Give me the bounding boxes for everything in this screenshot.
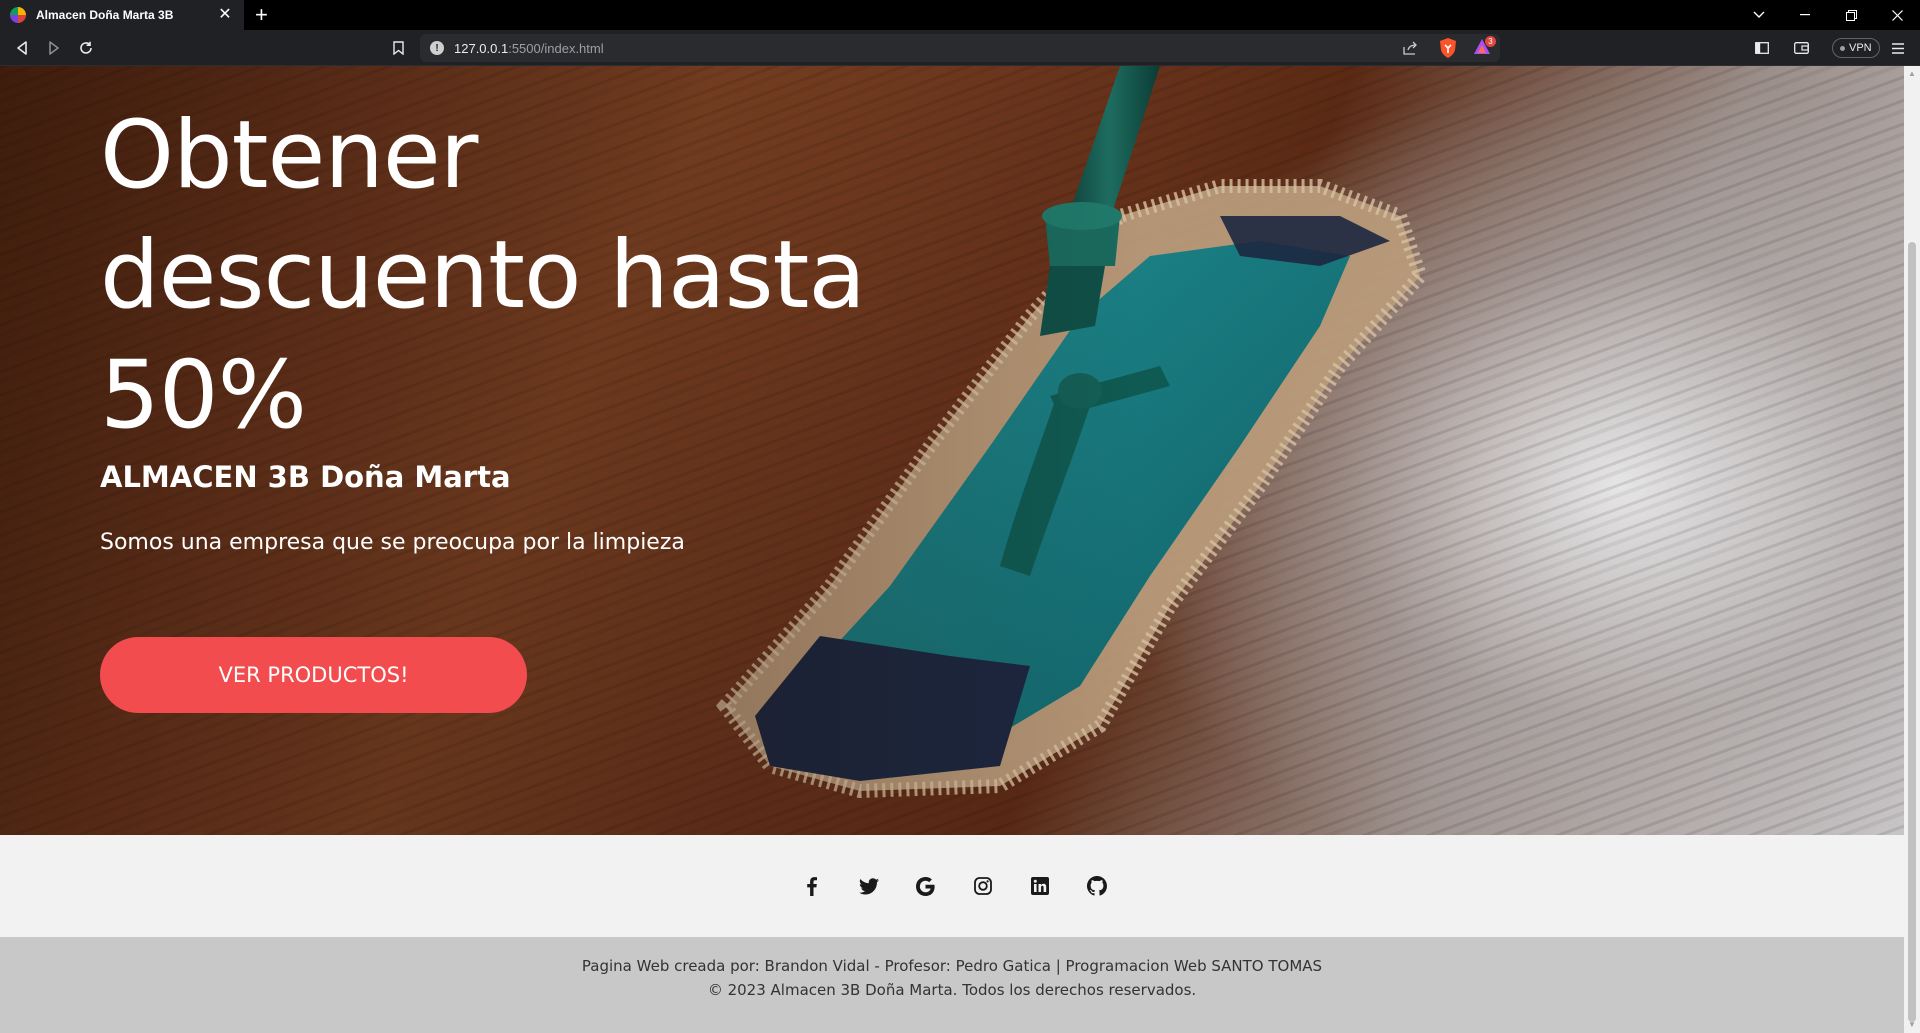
site-info-icon[interactable]: ! xyxy=(430,41,444,55)
facebook-icon[interactable] xyxy=(802,876,822,896)
restore-button[interactable] xyxy=(1828,0,1874,30)
hero-title-line-2: descuento hasta xyxy=(100,221,866,330)
page-scrollbar[interactable]: ▲ ▼ xyxy=(1904,66,1920,1033)
bookmark-icon[interactable] xyxy=(388,38,408,58)
close-window-button[interactable] xyxy=(1874,0,1920,30)
url-text: 127.0.0.1:5500/index.html xyxy=(454,40,604,56)
store-name: ALMACEN 3B Doña Marta xyxy=(100,460,511,494)
twitter-icon[interactable] xyxy=(858,876,879,896)
tab-favicon-icon xyxy=(10,7,26,23)
hero-title: Obtener descuento hasta 50% xyxy=(100,96,880,456)
hero-description: Somos una empresa que se preocupa por la… xyxy=(100,530,685,555)
social-links xyxy=(0,835,1904,937)
scrollbar-thumb[interactable] xyxy=(1908,242,1916,1022)
page-footer: Pagina Web creada por: Brandon Vidal - P… xyxy=(0,937,1904,1033)
vpn-button[interactable]: VPN xyxy=(1832,38,1880,58)
address-bar[interactable]: ! 127.0.0.1:5500/index.html xyxy=(420,34,1500,62)
google-icon[interactable] xyxy=(916,876,936,896)
brave-rewards-icon[interactable]: 3 xyxy=(1472,36,1496,59)
brave-shield-icon[interactable] xyxy=(1438,37,1458,59)
new-tab-button[interactable]: + xyxy=(255,3,268,27)
github-icon[interactable] xyxy=(1086,876,1107,896)
tab-bar: Almacen Doña Marta 3B ✕ + xyxy=(0,0,1920,30)
page-viewport: Obtener descuento hasta 50% ALMACEN 3B D… xyxy=(0,66,1904,1033)
footer-copyright: © 2023 Almacen 3B Doña Marta. Todos los … xyxy=(707,981,1197,999)
back-icon[interactable] xyxy=(10,36,34,60)
rewards-badge: 3 xyxy=(1485,36,1496,47)
share-icon[interactable] xyxy=(1400,38,1420,58)
vpn-status-icon xyxy=(1840,45,1845,51)
menu-icon[interactable] xyxy=(1887,38,1909,58)
view-products-button[interactable]: VER PRODUCTOS! xyxy=(100,637,527,713)
hero-banner: Obtener descuento hasta 50% ALMACEN 3B D… xyxy=(0,66,1904,835)
minimize-button[interactable] xyxy=(1782,0,1828,30)
forward-icon[interactable] xyxy=(42,36,66,60)
tab-close-icon[interactable]: ✕ xyxy=(216,7,234,23)
sidebar-icon[interactable] xyxy=(1751,38,1773,58)
scroll-up-icon[interactable]: ▲ xyxy=(1908,70,1916,78)
hero-title-line-1: Obtener xyxy=(100,101,478,210)
vpn-label: VPN xyxy=(1849,42,1872,54)
active-tab[interactable]: Almacen Doña Marta 3B ✕ xyxy=(0,0,244,30)
wallet-icon[interactable] xyxy=(1790,38,1812,58)
linkedin-icon[interactable] xyxy=(1030,876,1050,896)
tab-title: Almacen Doña Marta 3B xyxy=(36,8,174,22)
reload-icon[interactable] xyxy=(74,36,98,60)
hero-title-line-3: 50% xyxy=(100,341,307,450)
instagram-icon[interactable] xyxy=(973,876,993,896)
tab-search-icon[interactable] xyxy=(1736,0,1782,30)
browser-toolbar: ! 127.0.0.1:5500/index.html 3 VPN xyxy=(0,30,1920,66)
scroll-down-icon[interactable]: ▼ xyxy=(1908,1021,1916,1029)
footer-credits: Pagina Web creada por: Brandon Vidal - P… xyxy=(581,957,1323,975)
